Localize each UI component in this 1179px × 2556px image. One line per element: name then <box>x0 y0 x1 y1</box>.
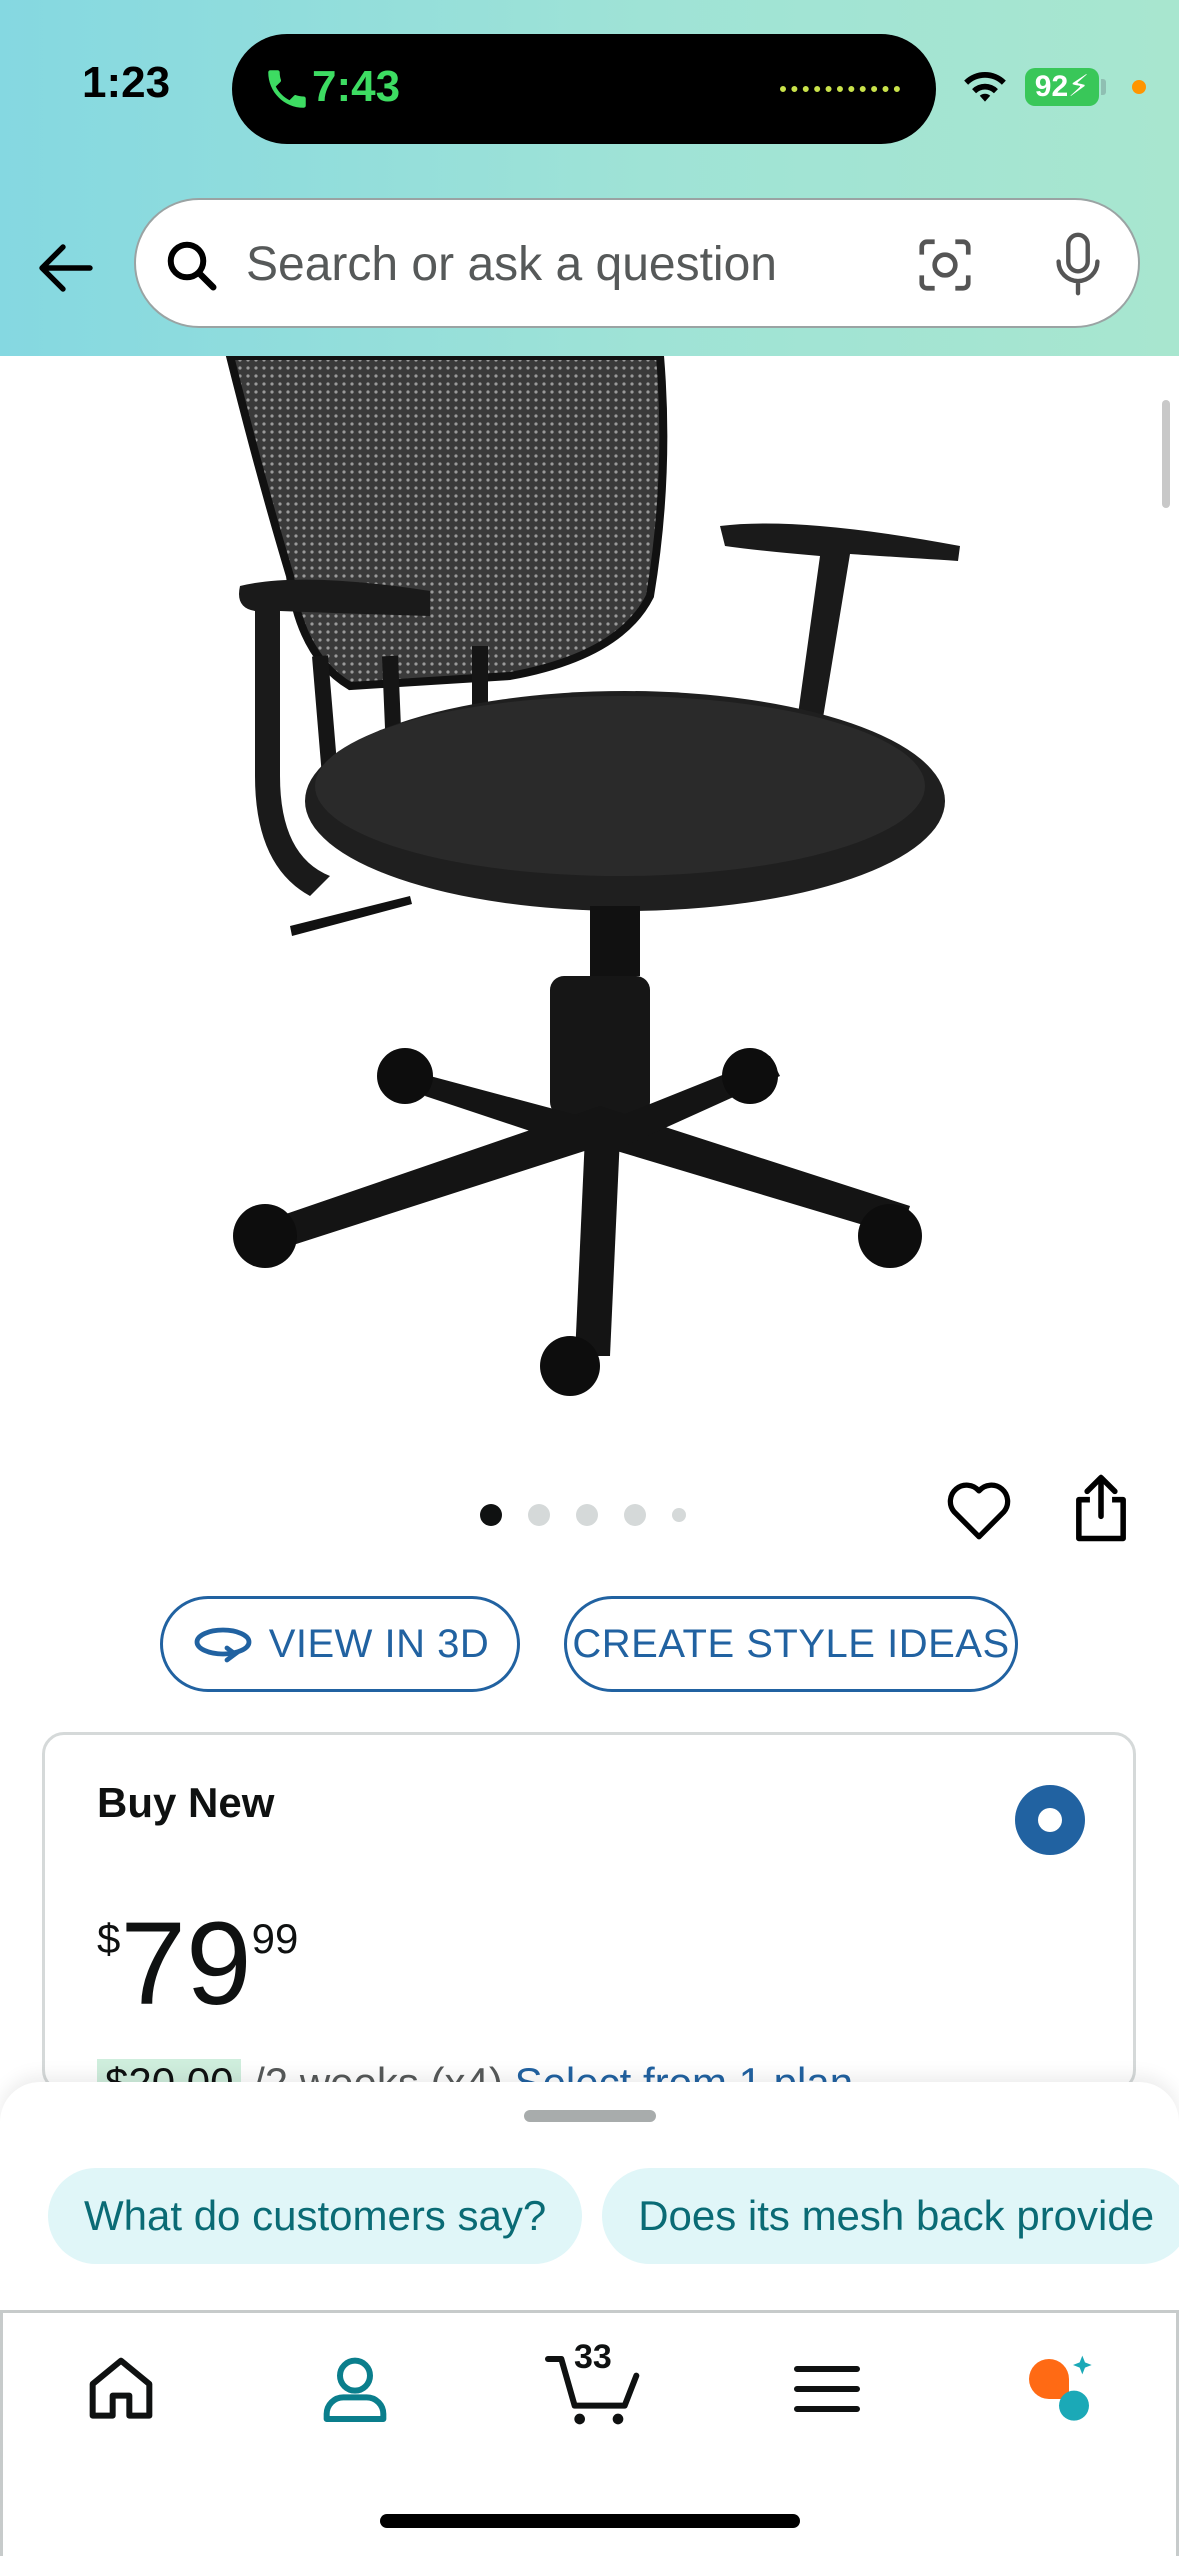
cart-count-badge: 33 <box>574 2338 612 2376</box>
wifi-icon <box>964 72 1006 102</box>
suggestion-chips: What do customers say? Does its mesh bac… <box>48 2168 1179 2264</box>
buy-new-title: Buy New <box>97 1779 275 1826</box>
camera-lens-icon[interactable] <box>914 234 976 296</box>
price: $ 79 99 <box>97 1905 298 2023</box>
heart-icon[interactable] <box>944 1476 1014 1542</box>
privacy-indicator-dot <box>1132 80 1146 94</box>
account-icon[interactable] <box>315 2349 395 2429</box>
search-icon <box>167 241 217 291</box>
battery-indicator: 92⚡ <box>1025 68 1099 106</box>
rotate-3d-icon <box>194 1627 252 1663</box>
active-call-pill[interactable]: 7:43 <box>232 34 936 144</box>
back-arrow-icon[interactable] <box>30 232 102 304</box>
scroll-indicator[interactable] <box>1162 400 1170 508</box>
view-in-3d-label: VIEW IN 3D <box>268 1621 490 1666</box>
page-dot[interactable] <box>624 1504 646 1526</box>
home-icon[interactable] <box>81 2349 161 2429</box>
buy-new-option-card[interactable]: Buy New $ 79 99 $20.00 /2 weeks (x4) Sel… <box>42 1732 1136 2092</box>
share-icon[interactable] <box>1070 1472 1132 1544</box>
call-duration: 7:43 <box>312 62 401 111</box>
page-dot[interactable] <box>672 1508 686 1522</box>
page-dot[interactable] <box>480 1504 502 1526</box>
create-style-ideas-button[interactable]: CREATE STYLE IDEAS <box>564 1596 1018 1692</box>
create-style-ideas-label: CREATE STYLE IDEAS <box>572 1621 1010 1666</box>
battery-level: 92 <box>1034 70 1069 103</box>
status-time: 1:23 <box>82 58 171 107</box>
menu-icon[interactable] <box>787 2349 867 2429</box>
search-input[interactable] <box>246 228 906 300</box>
suggestion-chip[interactable]: Does its mesh back provide <box>602 2168 1179 2264</box>
page-dot[interactable] <box>528 1504 550 1526</box>
page-dot[interactable] <box>576 1504 598 1526</box>
view-in-3d-button[interactable]: VIEW IN 3D <box>160 1596 520 1692</box>
image-pagination-dots[interactable] <box>480 1500 686 1530</box>
rufus-assistant-icon[interactable] <box>1019 2349 1099 2429</box>
battery-tip <box>1101 79 1106 95</box>
sheet-drag-handle[interactable] <box>524 2110 656 2122</box>
buy-new-radio-button[interactable] <box>1015 1785 1085 1855</box>
price-currency: $ <box>97 1915 121 1962</box>
suggestion-chip[interactable]: What do customers say? <box>48 2168 583 2264</box>
microphone-icon[interactable] <box>1048 230 1108 298</box>
phone-icon <box>268 70 306 108</box>
price-whole: 79 <box>120 1898 252 2030</box>
search-bar[interactable] <box>134 198 1140 328</box>
rufus-suggestions-sheet: What do customers say? Does its mesh bac… <box>0 2082 1179 2312</box>
home-indicator[interactable] <box>380 2514 800 2528</box>
app-header: 1:23 7:43 92⚡ <box>0 0 1179 356</box>
audio-waveform-icon <box>780 86 900 92</box>
price-fraction: 99 <box>251 1915 299 1962</box>
product-image-office-chair[interactable] <box>180 356 980 1396</box>
